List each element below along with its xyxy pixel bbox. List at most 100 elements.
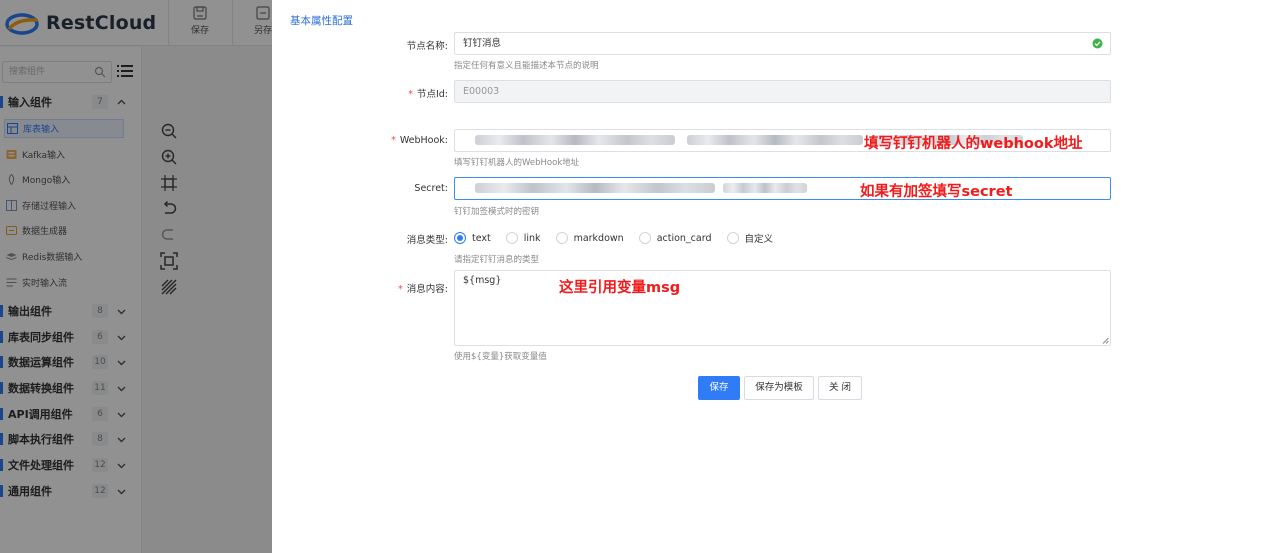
- sidebar-item-label: Redis数据输入: [22, 253, 83, 263]
- group-count: 11: [92, 381, 108, 395]
- radio-text[interactable]: text: [454, 232, 491, 244]
- msg-content-label: * 消息内容:: [398, 284, 448, 295]
- undo-icon: [163, 200, 177, 214]
- secret-label: Secret:: [272, 183, 448, 194]
- msg-content-textarea[interactable]: ${msg}: [454, 270, 1111, 346]
- save-toolbar-label: 保存: [190, 26, 209, 36]
- chevron-down-icon[interactable]: [117, 384, 126, 393]
- radio-dot[interactable]: [638, 232, 651, 244]
- redo-icon: [161, 229, 173, 240]
- radio-dot[interactable]: [555, 232, 568, 244]
- radio-dot[interactable]: [505, 232, 518, 244]
- group-data-compute[interactable]: 数据运算组件 10: [0, 352, 140, 372]
- group-script[interactable]: 脚本执行组件 8: [0, 429, 140, 449]
- group-data-transform[interactable]: 数据转换组件 11: [0, 378, 140, 398]
- chevron-down-icon[interactable]: [117, 410, 126, 419]
- group-marker: [0, 459, 3, 471]
- msg-content-annotation: 这里引用变量msg: [559, 280, 681, 296]
- group-output[interactable]: 输出组件 8: [0, 301, 140, 321]
- sidebar-item-realtime-stream[interactable]: 实时输入流: [4, 273, 124, 292]
- group-input[interactable]: 输入组件 7: [0, 92, 140, 112]
- sidebar-item-redis-input[interactable]: Redis数据输入: [4, 247, 124, 266]
- fullscreen-button[interactable]: [160, 252, 180, 272]
- node-config-drawer: 基本属性配置 节点名称: 钉钉消息 指定任何有意义且能描述本节点的说明 * 节点I…: [272, 0, 1269, 553]
- sidebar-item-data-generator[interactable]: 数据生成器: [4, 221, 124, 240]
- save-toolbar-button[interactable]: 保存: [183, 5, 217, 36]
- sidebar-item-procedure-input[interactable]: 存储过程输入: [4, 196, 124, 215]
- save-as-toolbar-button[interactable]: 另存: [246, 5, 272, 36]
- radio-dot[interactable]: [454, 232, 466, 244]
- sidebar-item-label: 实时输入流: [22, 279, 68, 289]
- redacted-value: [475, 135, 675, 145]
- node-id-label: * 节点Id:: [408, 89, 448, 100]
- node-name-label: 节点名称:: [272, 38, 448, 52]
- chevron-down-icon[interactable]: [117, 307, 126, 316]
- stream-icon: [6, 278, 17, 287]
- toolbar-divider: [168, 0, 169, 46]
- msg-content-label-text: 消息内容:: [406, 284, 448, 295]
- group-name: 脚本执行组件: [8, 433, 74, 446]
- search-icon[interactable]: [94, 66, 106, 78]
- group-count: 10: [92, 355, 108, 369]
- undo-button[interactable]: [160, 200, 180, 220]
- redacted-value: [723, 183, 807, 193]
- zoom-in-button[interactable]: [160, 148, 180, 168]
- group-api-call[interactable]: API调用组件 6: [0, 404, 140, 424]
- sidebar-item-mongo-input[interactable]: Mongo输入: [4, 170, 124, 189]
- redo-button[interactable]: [160, 226, 180, 246]
- secret-annotation: 如果有加签填写secret: [860, 184, 1013, 200]
- sidebar-item-kafka-input[interactable]: Kafka输入: [4, 145, 124, 164]
- redis-icon: [6, 253, 17, 261]
- group-name: 输出组件: [8, 305, 52, 318]
- list-view-icon[interactable]: [117, 64, 133, 78]
- save-button[interactable]: 保存: [698, 376, 740, 400]
- save-as-icon: [256, 6, 270, 20]
- fit-view-icon: [161, 175, 177, 191]
- radio-link[interactable]: link: [505, 232, 541, 244]
- app-shell: RestCloud 保存 另存 输入组件 7 库表输入: [0, 0, 272, 553]
- group-count: 7: [92, 95, 108, 109]
- group-table-sync[interactable]: 库表同步组件 6: [0, 327, 140, 347]
- group-file[interactable]: 文件处理组件 12: [0, 455, 140, 475]
- save-template-button[interactable]: 保存为模板: [744, 376, 814, 400]
- chevron-down-icon[interactable]: [117, 461, 126, 470]
- radio-markdown[interactable]: markdown: [555, 232, 624, 244]
- generator-icon: [6, 226, 17, 235]
- floppy-icon: [193, 6, 207, 20]
- chevron-down-icon[interactable]: [117, 487, 126, 496]
- node-id-label-text: 节点Id:: [416, 89, 448, 100]
- sidebar-item-label: 数据生成器: [22, 227, 68, 237]
- msg-content-value: ${msg}: [463, 275, 502, 286]
- sidebar-item-label: Mongo输入: [22, 176, 71, 186]
- resize-handle-icon[interactable]: [1102, 337, 1109, 344]
- procedure-icon: [6, 200, 17, 211]
- check-circle-icon: [1092, 38, 1103, 49]
- chevron-up-icon[interactable]: [117, 98, 126, 107]
- zoom-out-button[interactable]: [160, 122, 180, 142]
- component-search-input[interactable]: [3, 62, 89, 82]
- zoom-in-icon: [161, 149, 177, 165]
- chevron-down-icon[interactable]: [117, 333, 126, 342]
- node-name-input[interactable]: 钉钉消息: [454, 32, 1111, 55]
- fit-view-button[interactable]: [160, 174, 180, 194]
- radio-custom[interactable]: 自定义: [726, 231, 773, 245]
- component-panel: 输入组件 7 库表输入 Kafka输入 Mongo输入 存储过程输入 数据生成器…: [0, 47, 142, 553]
- group-name: 文件处理组件: [8, 459, 74, 472]
- zoom-out-icon: [161, 123, 177, 139]
- secret-label-text: Secret:: [414, 183, 448, 194]
- radio-label: markdown: [573, 232, 624, 244]
- group-general[interactable]: 通用组件 12: [0, 481, 140, 501]
- component-search[interactable]: [2, 61, 112, 83]
- section-title: 基本属性配置: [290, 15, 353, 27]
- group-count: 8: [92, 304, 108, 318]
- grid-toggle-button[interactable]: [160, 278, 180, 298]
- fullscreen-icon: [160, 252, 178, 270]
- chevron-down-icon[interactable]: [117, 435, 126, 444]
- radio-label: action_card: [656, 232, 712, 244]
- group-count: 6: [92, 407, 108, 421]
- close-button[interactable]: 关 闭: [818, 376, 862, 400]
- chevron-down-icon[interactable]: [117, 358, 126, 367]
- radio-action-card[interactable]: action_card: [638, 232, 712, 244]
- sidebar-item-table-input[interactable]: 库表输入: [4, 119, 124, 138]
- radio-dot[interactable]: [726, 232, 739, 244]
